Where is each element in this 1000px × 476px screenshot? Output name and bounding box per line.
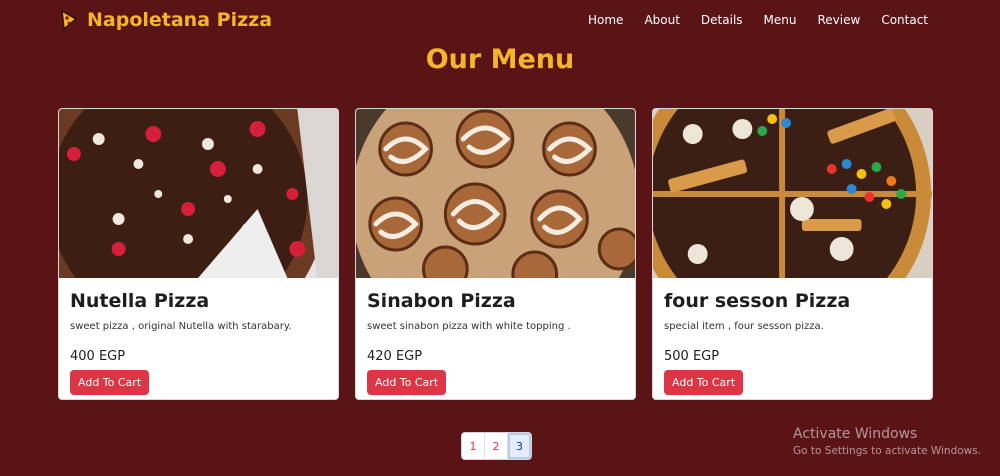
four-sesson-pizza-image <box>653 109 932 278</box>
menu-card: Nutella Pizza sweet pizza , original Nut… <box>58 108 339 400</box>
brand[interactable]: Napoletana Pizza <box>60 9 272 31</box>
nav-links: Home About Details Menu Review Contact <box>588 13 928 27</box>
card-description: sweet pizza , original Nutella with star… <box>70 321 292 332</box>
card-title: four sesson Pizza <box>664 290 851 312</box>
pizza-slice-icon <box>61 9 78 31</box>
nav-link-contact[interactable]: Contact <box>881 13 928 27</box>
page-3-button[interactable]: 3 <box>508 433 531 459</box>
menu-card: Sinabon Pizza sweet sinabon pizza with w… <box>355 108 636 400</box>
page-title: Our Menu <box>425 44 575 75</box>
nutella-pizza-image <box>59 109 338 278</box>
menu-card: four sesson Pizza special item , four se… <box>652 108 933 400</box>
pagination: 1 2 3 <box>461 432 532 460</box>
card-body: Nutella Pizza sweet pizza , original Nut… <box>59 278 338 395</box>
card-body: four sesson Pizza special item , four se… <box>653 278 932 395</box>
card-body: Sinabon Pizza sweet sinabon pizza with w… <box>356 278 635 395</box>
windows-activation-watermark: Activate Windows Go to Settings to activ… <box>793 426 981 457</box>
nav-link-about[interactable]: About <box>644 13 679 27</box>
sinabon-pizza-image <box>356 109 635 278</box>
card-price: 420 EGP <box>367 349 423 364</box>
nav-link-home[interactable]: Home <box>588 13 623 27</box>
menu-cards: Nutella Pizza sweet pizza , original Nut… <box>58 108 933 400</box>
add-to-cart-button[interactable]: Add To Cart <box>367 370 447 395</box>
add-to-cart-button[interactable]: Add To Cart <box>70 370 150 395</box>
card-price: 500 EGP <box>664 349 720 364</box>
card-description: special item , four sesson pizza. <box>664 321 824 332</box>
card-title: Nutella Pizza <box>70 290 210 312</box>
card-title: Sinabon Pizza <box>367 290 516 312</box>
nav-link-menu[interactable]: Menu <box>764 13 797 27</box>
navbar: Napoletana Pizza Home About Details Menu… <box>0 0 1000 42</box>
nav-link-review[interactable]: Review <box>817 13 860 27</box>
add-to-cart-button[interactable]: Add To Cart <box>664 370 744 395</box>
page-1-button[interactable]: 1 <box>462 433 485 459</box>
nav-link-details[interactable]: Details <box>701 13 743 27</box>
card-price: 400 EGP <box>70 349 126 364</box>
card-description: sweet sinabon pizza with white topping . <box>367 321 571 332</box>
brand-name: Napoletana Pizza <box>87 9 273 31</box>
watermark-subtitle: Go to Settings to activate Windows. <box>793 445 982 457</box>
watermark-title: Activate Windows <box>793 426 918 442</box>
page-2-button[interactable]: 2 <box>485 433 508 459</box>
